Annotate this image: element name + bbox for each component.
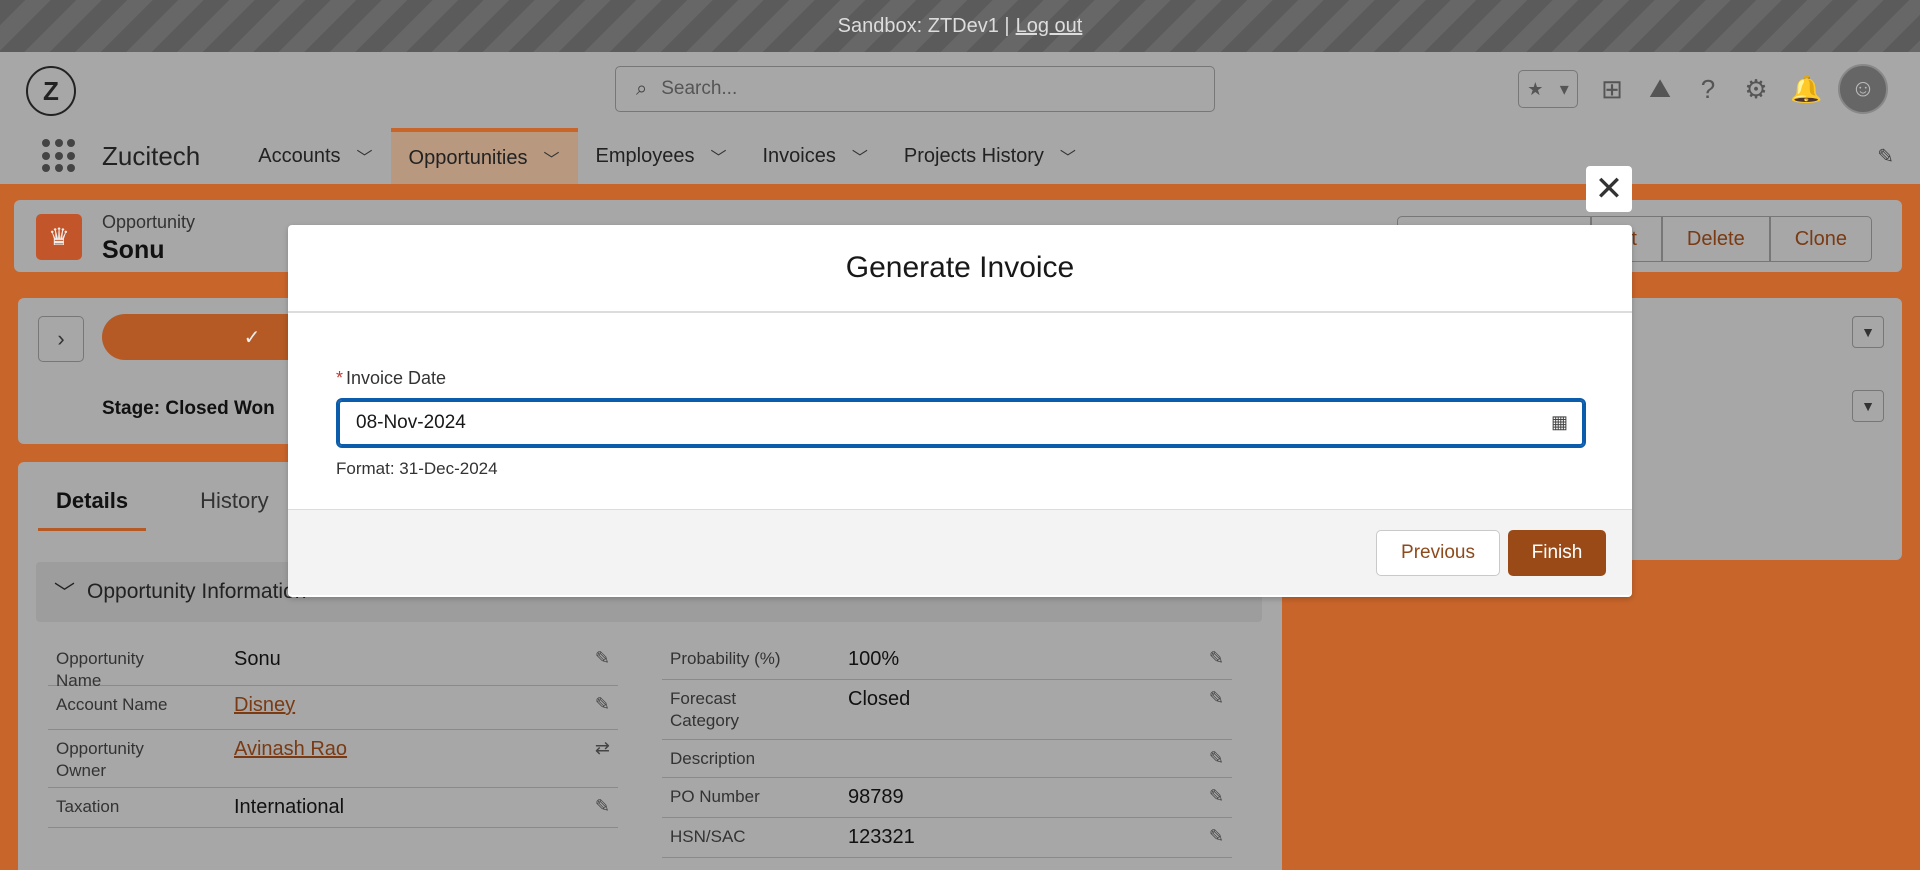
previous-button[interactable]: Previous	[1376, 530, 1500, 576]
calendar-icon[interactable]: ▦	[1551, 412, 1568, 433]
close-icon: ✕	[1594, 170, 1624, 208]
modal-title: Generate Invoice	[845, 251, 1075, 284]
modal-body: * Invoice Date 08-Nov-2024 ▦ Format: 31-D…	[288, 313, 1632, 509]
invoice-date-input[interactable]: 08-Nov-2024 ▦	[336, 398, 1586, 448]
close-modal-button[interactable]: ✕	[1586, 166, 1632, 212]
modal-header: Generate Invoice	[288, 225, 1632, 313]
date-format-help: Format: 31-Dec-2024	[336, 459, 498, 478]
invoice-date-label: * Invoice Date	[336, 368, 447, 388]
finish-button[interactable]: Finish	[1508, 530, 1606, 576]
required-marker: *	[336, 368, 344, 388]
invoice-date-value: 08-Nov-2024	[356, 412, 466, 433]
modal-footer: Previous Finish	[288, 509, 1632, 595]
generate-invoice-modal: Generate Invoice * Invoice Date 08-Nov-20…	[288, 225, 1632, 597]
